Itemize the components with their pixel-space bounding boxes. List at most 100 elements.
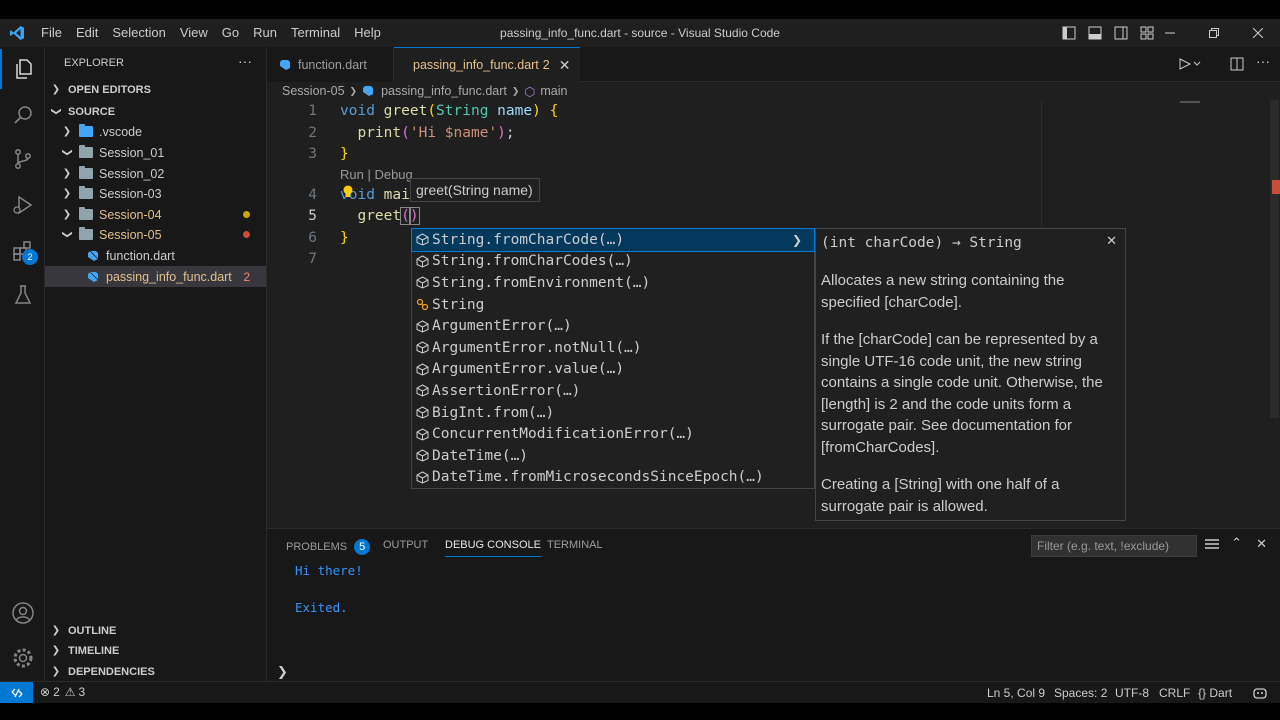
tree-folder-session-01[interactable]: ❯ Session_01 [45,142,266,163]
breadcrumb: Session-05 ❯ passing_info_func.dart ❯ ⬡ … [282,83,567,99]
tree-file-passing-info-func-dart[interactable]: passing_info_func.dart 2 [45,266,266,287]
menu-run[interactable]: Run [246,19,284,47]
line-number: 4 [308,187,317,203]
menu-edit[interactable]: Edit [69,19,105,47]
suggestion-item[interactable]: ArgumentError(…) [412,315,814,337]
menu-file[interactable]: File [34,19,69,47]
timeline-section[interactable]: ❯ TIMELINE [45,640,266,661]
encoding[interactable]: UTF-8 [1115,686,1149,700]
lightbulb-icon[interactable] [342,185,354,202]
constructor-icon [412,255,432,268]
cursor-position[interactable]: Ln 5, Col 9 [987,686,1045,700]
breadcrumb-file[interactable]: passing_info_func.dart [381,84,507,98]
restore-icon[interactable] [1192,19,1236,47]
suggestion-item[interactable]: AssertionError(…) [412,380,814,402]
menu-terminal[interactable]: Terminal [284,19,347,47]
tree-folder-session-02[interactable]: ❯ Session_02 [45,163,266,184]
breadcrumb-symbol[interactable]: main [540,84,567,98]
chevron-down-icon: ❯ [61,230,73,239]
manage-gear-icon[interactable] [0,638,45,678]
remote-icon[interactable] [0,682,33,703]
source-section[interactable]: ❯ SOURCE [45,101,266,122]
close-panel-icon[interactable]: ✕ [1256,536,1267,552]
console-filter-input[interactable]: Filter (e.g. text, !exclude) [1031,535,1197,557]
line-endings[interactable]: CRLF [1159,686,1190,700]
constructor-icon [412,276,432,290]
suggestion-item[interactable]: ArgumentError.value(…) [412,359,814,381]
codelens-run-debug[interactable]: Run | Debug [340,167,413,182]
maximize-panel-icon[interactable]: ⌃ [1231,535,1242,551]
outline-section[interactable]: ❯ OUTLINE [45,620,266,641]
more-actions-icon[interactable]: ··· [238,53,252,69]
language-mode[interactable]: {} Dart [1198,686,1232,700]
close-tab-icon[interactable]: ✕ [559,57,571,74]
menu-go[interactable]: Go [215,19,246,47]
open-editors-section[interactable]: ❯ OPEN EDITORS [45,79,266,100]
toggle-primary-sidebar-icon[interactable] [1061,25,1077,41]
split-editor-icon[interactable] [1230,57,1244,74]
suggestion-item[interactable]: String.fromCharCodes(…) [412,251,814,273]
warning-icon: ⚠ [64,685,76,699]
menu-selection[interactable]: Selection [105,19,172,47]
tab-debug-console[interactable]: DEBUG CONSOLE [445,539,541,557]
dependencies-section[interactable]: ❯ DEPENDENCIES [45,661,266,682]
more-editor-actions-icon[interactable]: ··· [1256,53,1270,69]
constructor-icon [412,449,432,462]
console-prompt-icon[interactable]: ❯ [277,664,288,680]
details-paragraph: If the [charCode] can be represented by … [821,331,1103,456]
breadcrumb-folder[interactable]: Session-05 [282,84,345,98]
tree-folder-session-05[interactable]: ❯ Session-05 [45,224,266,245]
code-line-1[interactable]: void greet(String name) { [340,103,558,119]
close-window-icon[interactable] [1236,19,1280,47]
editor-scrollbar[interactable] [1270,100,1279,418]
suggestion-item[interactable]: ArgumentError.notNull(…) [412,337,814,359]
code-line-5[interactable]: greet() [340,207,420,225]
tree-folder-vscode[interactable]: ❯ .vscode [45,121,266,142]
explorer-icon[interactable] [0,49,45,89]
tab-output[interactable]: OUTPUT [383,539,428,551]
problems-status[interactable]: ⊗ 2 ⚠ 3 [40,685,85,699]
accounts-icon[interactable] [0,593,45,633]
suggestion-item[interactable]: DateTime(…) [412,445,814,467]
menu-view[interactable]: View [173,19,215,47]
tree-folder-session-03[interactable]: ❯ Session-03 [45,183,266,204]
folder-icon [79,227,93,240]
error-icon: ⊗ [40,685,51,699]
suggestion-item[interactable]: String.fromEnvironment(…) [412,272,814,294]
testing-icon[interactable] [0,275,45,315]
clear-console-icon[interactable] [1205,538,1219,553]
source-control-icon[interactable] [0,139,45,179]
search-icon[interactable] [0,95,45,135]
explorer-sidebar: EXPLORER ··· ❯ OPEN EDITORS ❯ SOURCE ❯ .… [45,47,267,681]
braces-icon: {} [1198,686,1207,700]
tab-terminal[interactable]: TERMINAL [547,539,603,551]
toggle-secondary-sidebar-icon[interactable] [1113,25,1129,41]
code-line-3[interactable]: } [340,146,349,162]
run-debug-icon[interactable] [0,185,45,225]
toggle-panel-icon[interactable] [1087,25,1103,41]
minimap[interactable] [1180,101,1200,103]
constructor-icon [412,406,432,419]
tree-folder-session-04[interactable]: ❯ Session-04 [45,204,266,225]
suggestion-item[interactable]: String.fromCharCode(…) ❯ [411,228,815,252]
extensions-icon[interactable]: 2 [0,231,45,271]
tab-function-dart[interactable]: function.dart [267,47,394,82]
suggestion-item[interactable]: BigInt.from(…) [412,402,814,424]
code-line-2[interactable]: print('Hi $name'); [340,125,514,141]
tree-file-function-dart[interactable]: function.dart [45,245,266,266]
menu-help[interactable]: Help [347,19,388,47]
minimize-icon[interactable] [1148,19,1192,47]
run-debug-dropdown-icon[interactable] [1178,57,1202,74]
chevron-right-icon: ❯ [51,666,61,677]
indentation[interactable]: Spaces: 2 [1054,686,1107,700]
suggestion-item[interactable]: DateTime.fromMicrosecondsSinceEpoch(…) [412,467,814,489]
close-details-icon[interactable]: ✕ [1106,233,1117,249]
suggestion-item[interactable]: ConcurrentModificationError(…) [412,423,814,445]
copilot-icon[interactable] [1253,685,1267,702]
tab-problems[interactable]: PROBLEMS 5 [286,539,371,555]
chevron-right-icon[interactable]: ❯ [792,233,802,247]
tab-passing-info-func-dart[interactable]: passing_info_func.dart 2 ✕ [394,47,580,82]
problems-count: 2 [243,269,250,284]
suggestion-item[interactable]: String [412,294,814,316]
code-line-6[interactable]: } [340,230,349,246]
